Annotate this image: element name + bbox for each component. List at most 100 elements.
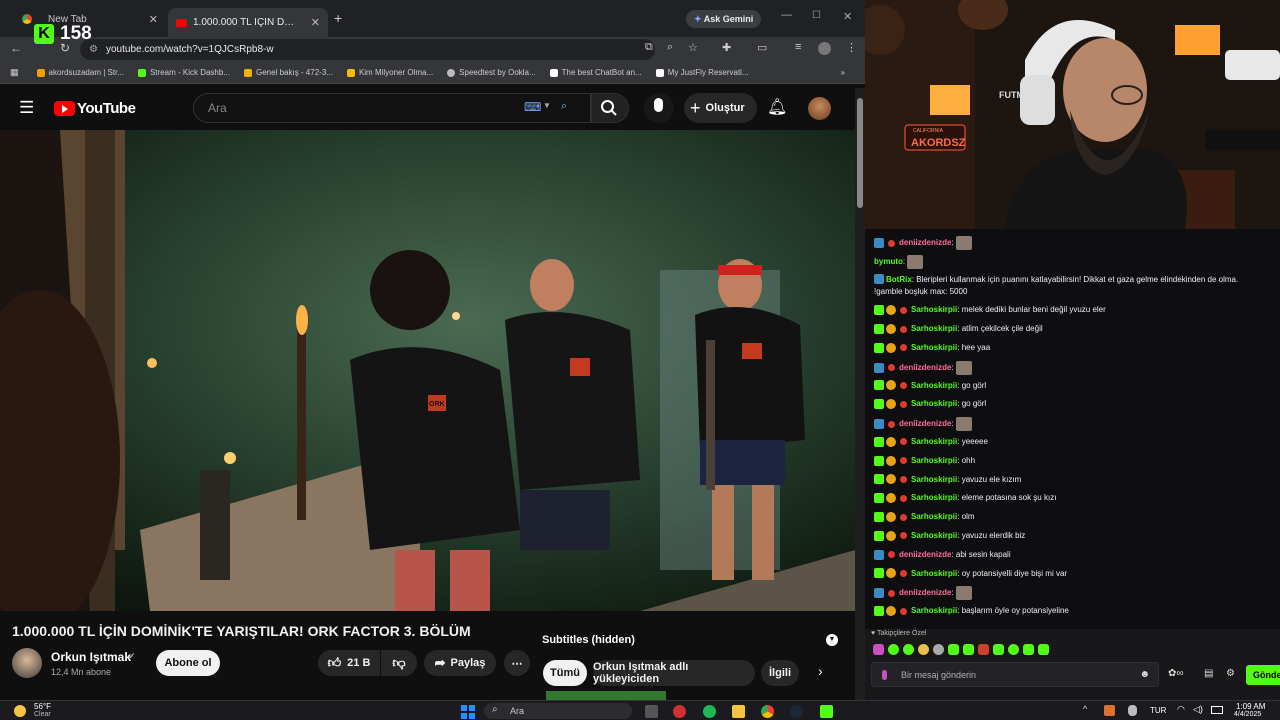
dropdown-icon[interactable]: ▼ <box>543 101 551 110</box>
tray-app-icon[interactable] <box>1104 705 1115 716</box>
share-button[interactable]: ➦ Paylaş <box>424 650 496 676</box>
bookmark-item[interactable]: My JustFly Reservati... <box>655 68 749 77</box>
search-lens-icon[interactable]: ⌕ <box>561 100 567 113</box>
profile-avatar[interactable] <box>818 42 831 55</box>
tab-youtube[interactable]: 1.000.000 TL İÇİN DOMİNİK ✕ <box>168 8 328 37</box>
chrome-icon[interactable] <box>761 705 774 718</box>
tray-chevron-icon[interactable]: ^ <box>1083 704 1087 714</box>
more-actions-button[interactable]: ⋯ <box>504 650 530 676</box>
chat-username[interactable]: Sarhoskirpii <box>911 606 957 615</box>
chat-username[interactable]: deniizdenizde <box>899 550 951 559</box>
minimize-icon[interactable]: — <box>781 9 792 21</box>
keyboard-icon[interactable]: ⌨ <box>524 100 541 114</box>
chat-username[interactable]: deniizdenizde <box>899 363 951 372</box>
extensions-icon[interactable]: ✚ <box>722 41 731 54</box>
chat-username[interactable]: Sarhoskirpii <box>911 475 957 484</box>
chat-username[interactable]: Sarhoskirpii <box>911 305 957 314</box>
notifications-bell-icon[interactable]: 🔔︎ <box>767 97 787 117</box>
taskbar-search[interactable]: ⌕ Ara <box>484 703 632 719</box>
url-field[interactable]: ⚙ youtube.com/watch?v=1QJCsRpb8-w <box>80 39 655 60</box>
dislike-button[interactable]: 👎︎ <box>381 650 417 676</box>
close-icon[interactable]: ✕ <box>143 13 158 26</box>
chat-username[interactable]: Sarhoskirpii <box>911 531 957 540</box>
send-button[interactable]: Gönder <box>1246 665 1280 685</box>
subscribe-button[interactable]: Abone ol <box>156 650 220 676</box>
battery-icon[interactable] <box>1211 706 1223 714</box>
settings-icon[interactable]: ⚙ <box>1226 668 1235 679</box>
file-explorer-icon[interactable] <box>732 705 745 718</box>
chat-username[interactable]: Sarhoskirpii <box>911 512 957 521</box>
chat-username[interactable]: Sarhoskirpii <box>911 381 957 390</box>
emote-icon[interactable] <box>1023 644 1034 655</box>
store-icon[interactable]: ▤ <box>1204 668 1213 679</box>
steam-icon[interactable] <box>790 705 803 718</box>
emote-icon[interactable] <box>1008 644 1019 655</box>
scrollbar-thumb[interactable] <box>857 98 863 208</box>
page-scrollbar[interactable] <box>855 88 865 700</box>
volume-icon[interactable]: ◁) <box>1193 704 1203 715</box>
channel-name[interactable]: Orkun Işıtmak <box>51 650 131 664</box>
bookmark-item[interactable]: The best ChatBot an... <box>549 68 642 77</box>
emote-icon[interactable] <box>933 644 944 655</box>
media-icon[interactable]: ≡ <box>795 41 801 53</box>
zoom-icon[interactable]: ⌕ <box>667 41 673 54</box>
bookmark-item[interactable]: Genel bakış - 472-3... <box>244 68 333 77</box>
chat-username[interactable]: deniizdenizde <box>899 238 951 247</box>
chevron-right-icon[interactable]: › <box>818 663 823 679</box>
obs-icon[interactable] <box>820 705 833 718</box>
ask-gemini-button[interactable]: ✦ Ask Gemini <box>686 10 762 28</box>
wifi-icon[interactable]: ◠ <box>1177 704 1185 715</box>
back-icon[interactable]: ← <box>10 41 22 55</box>
new-tab-icon[interactable]: + <box>334 10 342 26</box>
bookmark-star-icon[interactable]: ☆ <box>688 41 698 54</box>
emote-icon[interactable] <box>948 644 959 655</box>
emote-icon[interactable] <box>873 644 884 655</box>
apps-icon[interactable]: ▦ <box>10 67 19 78</box>
chip-uploader[interactable]: Orkun Işıtmak adlı yükleyiciden <box>593 660 755 686</box>
menu-icon[interactable]: ⋮ <box>846 41 857 54</box>
chat-username[interactable]: Sarhoskirpii <box>911 343 957 352</box>
language-indicator[interactable]: TUR <box>1150 706 1166 715</box>
account-avatar[interactable] <box>808 97 831 120</box>
emote-icon[interactable] <box>993 644 1004 655</box>
maximize-icon[interactable]: ☐ <box>812 10 821 21</box>
install-icon[interactable]: ⧉ <box>645 41 653 54</box>
windows-start-icon[interactable] <box>461 705 475 719</box>
emote-icon[interactable] <box>978 644 989 655</box>
hamburger-menu-icon[interactable]: ☰ <box>19 98 34 118</box>
tray-mic-icon[interactable] <box>1128 705 1137 716</box>
voice-search-button[interactable] <box>644 93 674 123</box>
chat-username[interactable]: Sarhoskirpii <box>911 399 957 408</box>
search-icon[interactable] <box>600 99 618 117</box>
emote-icon[interactable] <box>963 644 974 655</box>
emote-icon[interactable] <box>1038 644 1049 655</box>
app-icon[interactable] <box>673 705 686 718</box>
chat-username[interactable]: BotRix <box>886 275 912 284</box>
window-close-icon[interactable]: ✕ <box>843 10 852 23</box>
bookmark-item[interactable]: Stream - Kick Dashb... <box>137 68 230 77</box>
subtitles-panel-header[interactable]: Subtitles (hidden) ▼ <box>542 630 838 650</box>
recommended-thumbnail[interactable] <box>546 691 666 700</box>
chat-username[interactable]: deniizdenizde <box>899 589 951 598</box>
chat-username[interactable]: Sarhoskirpii <box>911 569 957 578</box>
chat-username[interactable]: Sarhoskirpii <box>911 437 957 446</box>
more-bookmarks-icon[interactable]: » <box>841 68 845 77</box>
chat-username[interactable]: Sarhoskirpii <box>911 493 957 502</box>
chat-username[interactable]: Sarhoskirpii <box>911 456 957 465</box>
emote-icon[interactable] <box>888 644 899 655</box>
chat-input[interactable]: Bir mesaj gönderin ☻ <box>871 662 1159 687</box>
like-button[interactable]: 👍︎ 21 B <box>318 650 380 676</box>
emote-icon[interactable] <box>903 644 914 655</box>
chip-all[interactable]: Tümü <box>543 660 587 686</box>
bookmark-item[interactable]: Speedtest by Ookla... <box>447 68 536 77</box>
video-player[interactable]: ORK <box>0 130 855 611</box>
bookmark-item[interactable]: Kim Milyoner Olma... <box>346 68 433 77</box>
channel-avatar[interactable] <box>12 648 42 678</box>
chip-related[interactable]: İlgili <box>761 660 799 686</box>
bookmark-item[interactable]: akordsuzadam | Str... <box>36 68 124 77</box>
emoji-icon[interactable]: ☻ <box>1139 669 1150 680</box>
emote-icon[interactable] <box>918 644 929 655</box>
task-view-icon[interactable] <box>645 705 658 718</box>
chat-username[interactable]: Sarhoskirpii <box>911 324 957 333</box>
spotify-icon[interactable] <box>703 705 716 718</box>
